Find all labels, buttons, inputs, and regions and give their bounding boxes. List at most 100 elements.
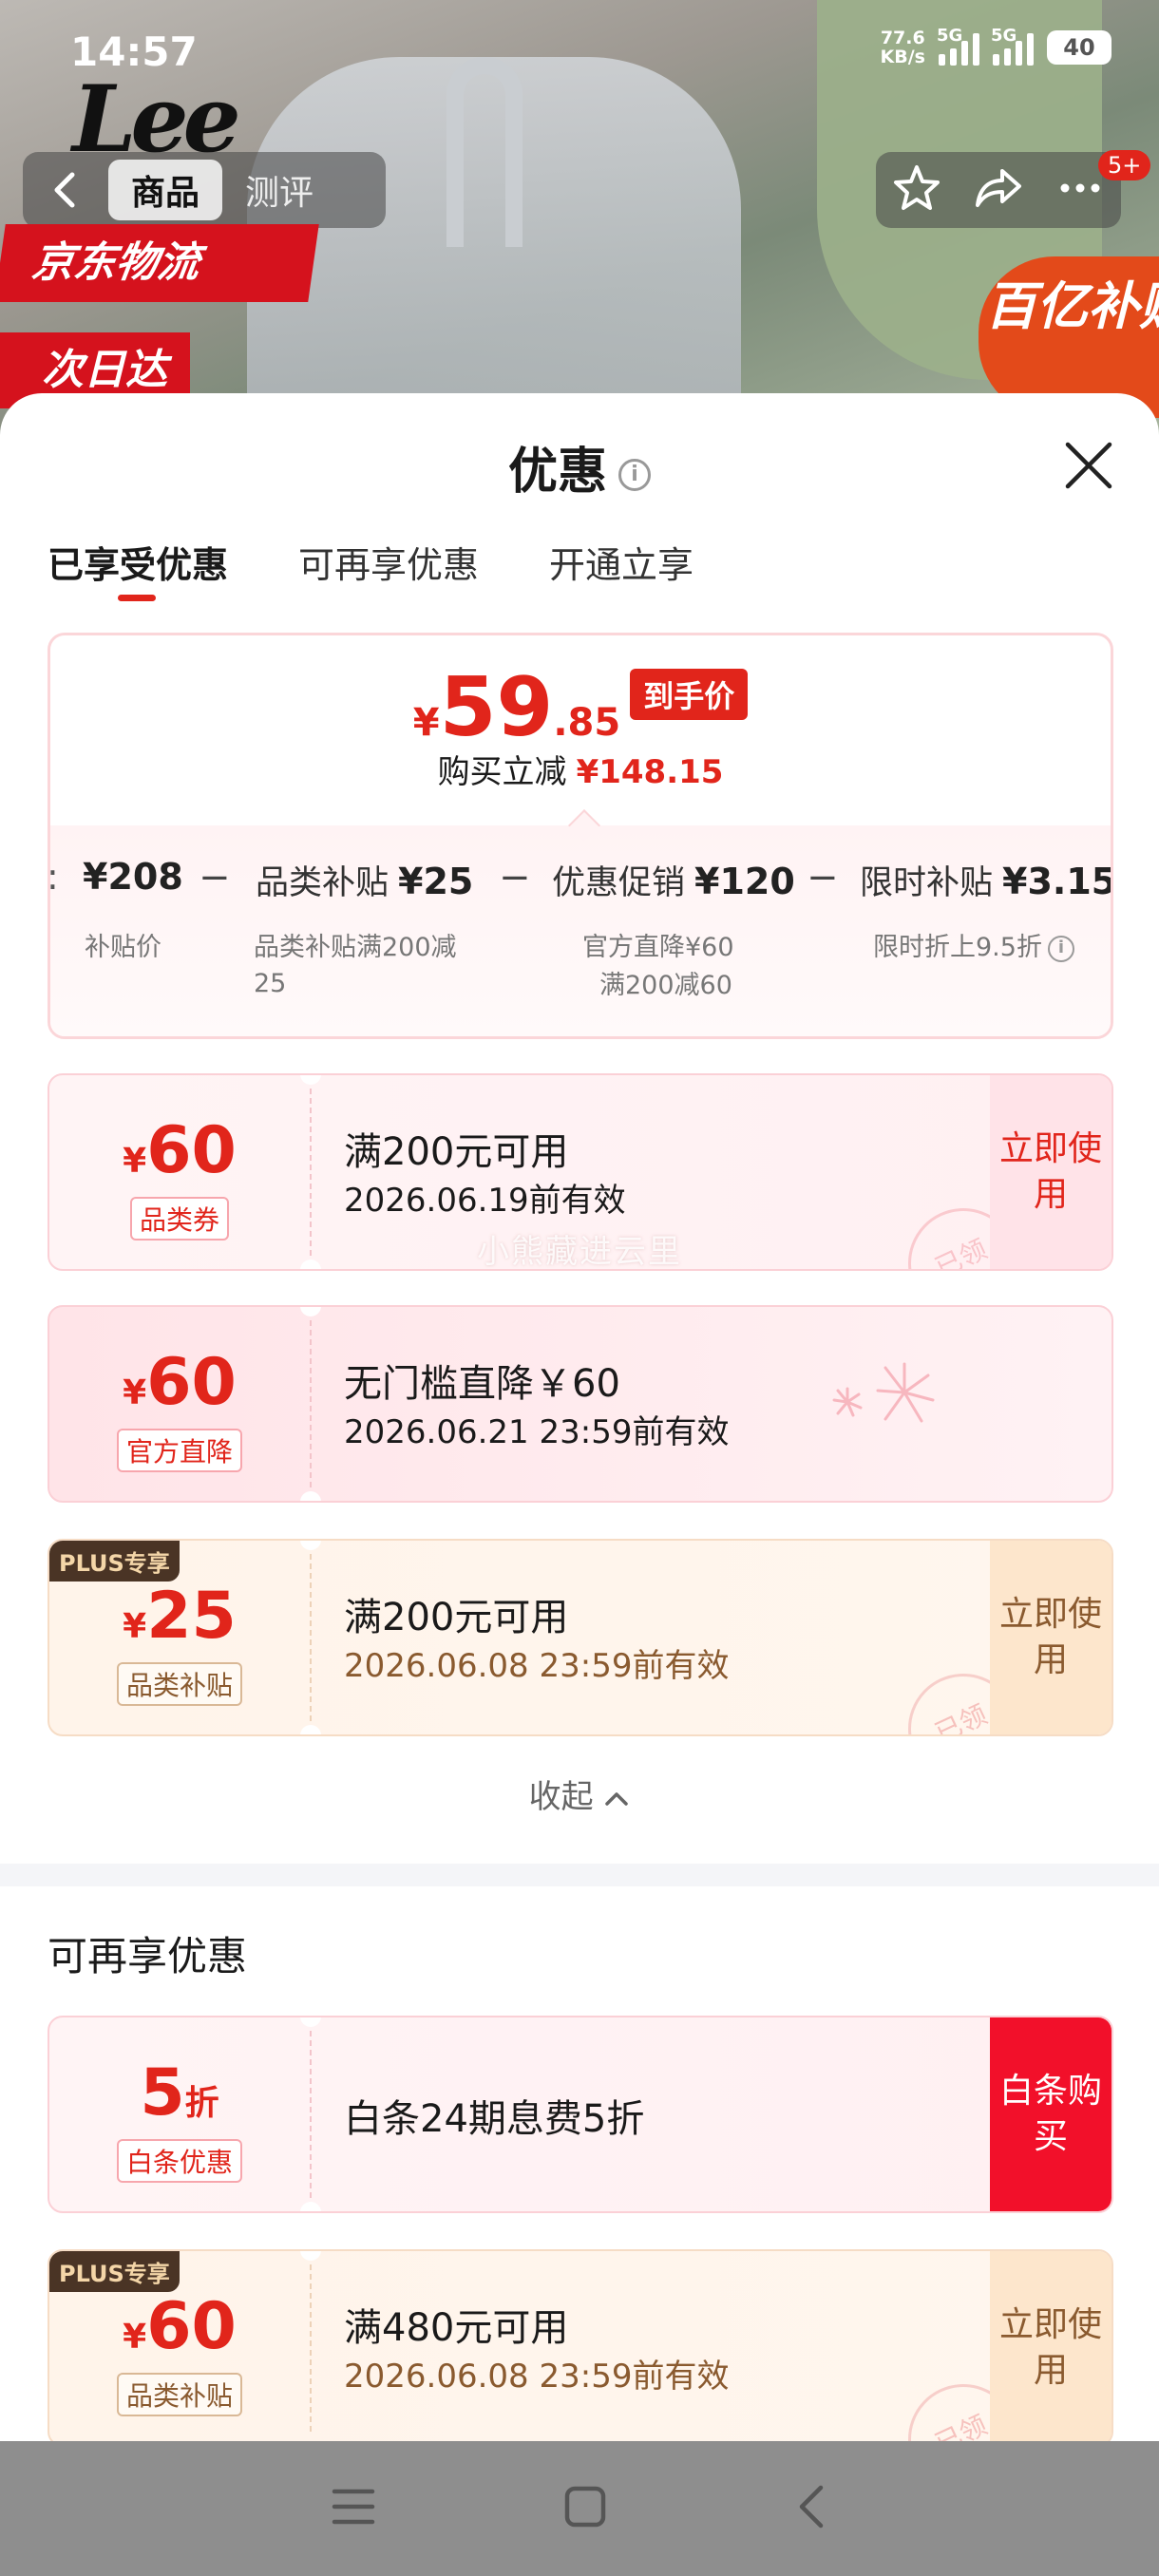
coupon-amount: ¥60 [49, 1113, 310, 1188]
tab-activate[interactable]: 开通立享 [549, 536, 694, 588]
home-square-icon [564, 2486, 606, 2528]
collapse-label: 收起 [528, 1778, 594, 1816]
calc-category-subsidy: 品类补贴 ¥25 [256, 856, 473, 904]
use-now-button[interactable]: 立即使用 [990, 1541, 1112, 1734]
calc-base-price: ¥208 [83, 856, 183, 898]
calc-label: 品类补贴 [256, 864, 390, 902]
coupon-amount-value: 60 [146, 1345, 237, 1420]
plus-exclusive-badge: PLUS专享 [49, 2251, 180, 2292]
chevron-up-icon [605, 1792, 629, 1806]
coupon-baitiao: 5折 白条优惠 白条24期息费5折 白条购买 [48, 2016, 1113, 2213]
calc-value: ¥120 [694, 861, 795, 902]
jd-logistics-banner: 京东物流 [0, 224, 319, 302]
calc-promotion-sub2: 满200减60 [599, 971, 732, 1000]
signal-label: 5G [937, 26, 963, 46]
reduce-label: 购买立减 [437, 753, 567, 791]
calc-base-sub: 补贴价 [85, 933, 162, 962]
plus-exclusive-badge: PLUS专享 [49, 1541, 180, 1582]
coupon-expiry: 2026.06.21 23:59前有效 [344, 1413, 730, 1451]
use-now-button[interactable]: 立即使用 [990, 2251, 1112, 2441]
calc-promotion-sub1: 官方直降¥60 [582, 933, 734, 962]
coupon-amount: ¥25 [49, 1579, 310, 1654]
chevron-left-icon [799, 2485, 823, 2529]
share-icon [976, 169, 1021, 207]
product-nav: 商品 测评 [23, 152, 386, 228]
menu-icon [332, 2489, 375, 2525]
product-actions [876, 152, 1121, 228]
coupon-type-tag: 品类券 [129, 1197, 229, 1241]
coupon-divider [310, 1089, 312, 1256]
calc-limited-sub: 限时折上9.5折 i [873, 930, 1074, 966]
coupon-divider [310, 1320, 312, 1487]
calc-category-sub: 品类补贴满200减25 [254, 933, 457, 998]
calc-label: 限时补贴 [860, 864, 994, 902]
minus-sign: − [199, 856, 231, 900]
network-speed-unit: KB/s [880, 47, 925, 67]
coupon-notch [300, 2202, 321, 2211]
share-button[interactable] [972, 161, 1025, 218]
system-navigation-bar [0, 2441, 1159, 2576]
tab-enjoyed[interactable]: 已享受优惠 [48, 536, 228, 601]
baitiao-buy-button[interactable]: 白条购买 [990, 2017, 1112, 2211]
tab-review[interactable]: 测评 [222, 160, 336, 220]
system-back-button[interactable] [794, 2484, 828, 2533]
tab-product[interactable]: 商品 [108, 160, 223, 220]
close-button[interactable] [1062, 439, 1115, 492]
coupon-type-tag: 白条优惠 [116, 2139, 242, 2183]
final-price-tag: 到手价 [630, 669, 749, 720]
coupon-amount-value: 60 [146, 2289, 237, 2364]
network-speed-value: 77.6 [880, 28, 925, 48]
favorite-button[interactable] [890, 161, 943, 218]
price-decimal: .85 [553, 701, 621, 745]
battery-icon: 40 [1047, 30, 1112, 65]
watermark: 小熊藏进云里 [477, 1233, 682, 1271]
home-button[interactable] [563, 2485, 607, 2532]
use-now-button[interactable]: 立即使用 [990, 1075, 1112, 1269]
menu-button[interactable] [331, 2486, 376, 2531]
final-price: ¥59.85到手价 [50, 660, 1111, 755]
coupon-title: 无门槛直降￥60 [344, 1362, 620, 1406]
tab-available[interactable]: 可再享优惠 [298, 536, 479, 588]
coupon-unit: 折 [184, 2084, 219, 2123]
coupon-title: 满200元可用 [344, 1596, 569, 1639]
info-icon[interactable]: i [1047, 935, 1074, 962]
coupon-amount-value: 60 [146, 1113, 237, 1188]
coupon-left: ¥60 品类券 [49, 1075, 310, 1269]
calc-value: ¥25 [398, 861, 474, 902]
close-icon [1065, 442, 1112, 489]
discount-sheet: 优惠 i 已享受优惠 可再享优惠 开通立享 ¥59.85到手价 购买立减 ¥148.… [0, 393, 1159, 2441]
price-integer: 59 [439, 660, 554, 755]
coupon-plus-subsidy: ¥25 品类补贴 PLUS专享 满200元可用 2026.06.08 23:59… [48, 1539, 1113, 1736]
calc-value: ¥3.15 [1002, 861, 1113, 902]
coupon-amount-value: 5 [140, 2055, 185, 2131]
coupon-title: 白条24期息费5折 [344, 2097, 645, 2141]
coupon-type-tag: 品类补贴 [116, 2373, 242, 2416]
calc-limited-subsidy: 限时补贴 ¥3.15 [860, 856, 1113, 904]
sheet-title-text: 优惠 [507, 444, 607, 501]
status-bar-right: 77.6 KB/s 5G 5G 40 [880, 26, 1112, 67]
back-button[interactable] [23, 152, 108, 228]
coupon-expiry: 2026.06.19前有效 [344, 1182, 626, 1220]
coupon-divider [310, 2264, 312, 2432]
calc-leading-mark: : [48, 856, 59, 898]
coupon-notch [300, 1491, 321, 1501]
info-icon[interactable]: i [618, 459, 651, 491]
discount-tabs: 已享受优惠 可再享优惠 开通立享 [48, 536, 694, 601]
coupon-divider [310, 1554, 312, 1721]
coupon-title: 满480元可用 [344, 2306, 569, 2350]
coupon-amount-value: 25 [146, 1579, 237, 1654]
reduce-line: 购买立减 ¥148.15 [50, 746, 1111, 792]
coupon-currency: ¥ [123, 1373, 147, 1412]
coupon-notch [300, 1725, 321, 1734]
coupon-divider [310, 2031, 312, 2198]
price-summary: ¥59.85到手价 购买立减 ¥148.15 : ¥208 − 品类补贴 ¥25 −… [48, 633, 1113, 1039]
coupon-amount: ¥60 [49, 1345, 310, 1420]
coupon-left: 5折 白条优惠 [49, 2017, 310, 2211]
coupon-type-tag: 品类补贴 [116, 1662, 242, 1706]
coupon-currency: ¥ [123, 2318, 147, 2357]
coupon-title: 满200元可用 [344, 1130, 569, 1174]
coupon-plus-subsidy-480: ¥60 品类补贴 PLUS专享 满480元可用 2026.06.08 23:59… [48, 2249, 1113, 2441]
collapse-button[interactable]: 收起 [0, 1771, 1159, 1817]
minus-sign: − [499, 856, 531, 900]
coupon-expiry: 2026.06.08 23:59前有效 [344, 1647, 730, 1685]
